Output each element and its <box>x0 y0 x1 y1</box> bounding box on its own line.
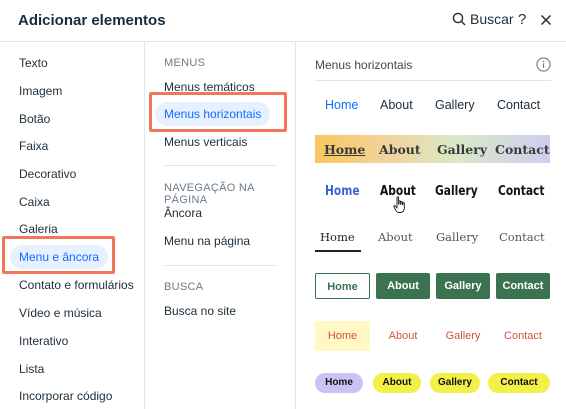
section-title-menus: MENUS <box>164 57 206 69</box>
category-item[interactable]: Vídeo e música <box>19 306 102 320</box>
subcategory-list: MENUS Menus temáticos Menus horizontais … <box>145 42 296 409</box>
menu-item: Contact <box>504 330 542 342</box>
subcategory-item-active[interactable]: Menus horizontais <box>155 102 271 126</box>
menu-item: About <box>378 230 413 244</box>
category-item[interactable]: Lista <box>19 362 44 376</box>
category-item[interactable]: Faixa <box>19 139 48 153</box>
menu-item: Contact <box>488 373 550 393</box>
hand-cursor-icon <box>393 196 405 213</box>
menu-item: Home <box>324 142 366 157</box>
menu-item: About <box>388 330 418 342</box>
close-icon <box>540 14 552 26</box>
menu-item: Home <box>315 321 370 351</box>
category-item[interactable]: Botão <box>19 112 50 126</box>
active-underline <box>315 250 361 252</box>
category-item[interactable]: Contato e formulários <box>19 278 134 292</box>
menu-item: Home <box>315 373 363 393</box>
divider <box>315 80 551 81</box>
menu-item: Home <box>325 98 359 112</box>
menu-item: About <box>380 98 413 112</box>
category-item[interactable]: Imagem <box>19 84 62 98</box>
menu-item: Gallery <box>437 142 488 157</box>
section-title-navigation: NAVEGAÇÃO NA PÁGINA <box>164 182 255 206</box>
subcategory-item[interactable]: Menu na página <box>164 234 250 248</box>
menu-item: Contact <box>496 273 550 299</box>
menu-item: Gallery <box>436 230 479 244</box>
menu-preset-bold[interactable]: Home About Gallery Contact <box>315 184 550 206</box>
menu-preset-gradient[interactable]: Home About Gallery Contact <box>315 135 550 163</box>
subcategory-item[interactable]: Menus temáticos <box>164 80 255 94</box>
subcategory-item[interactable]: Busca no site <box>164 304 236 318</box>
panel-header: Adicionar elementos Buscar ? <box>0 0 566 42</box>
menu-item: Home <box>320 230 355 244</box>
section-title-search: BUSCA <box>164 281 204 293</box>
menu-preset-serif-underline[interactable]: Home About Gallery Contact <box>315 230 550 252</box>
category-list: Texto Imagem Botão Faixa Decorativo Caix… <box>0 42 145 409</box>
category-item[interactable]: Interativo <box>19 334 68 348</box>
menu-item: About <box>373 373 421 393</box>
menu-item: Gallery <box>430 373 480 393</box>
menu-preset-plain[interactable]: Home About Gallery Contact <box>315 98 550 118</box>
divider <box>164 265 277 266</box>
search-icon <box>452 12 466 26</box>
menu-item: Gallery <box>435 98 475 112</box>
preview-panel-title: Menus horizontais <box>315 58 413 72</box>
search-label: Buscar <box>470 11 514 27</box>
menu-item: Gallery <box>436 273 490 299</box>
menu-item: Contact <box>497 98 541 112</box>
menu-item: Home <box>325 184 360 199</box>
close-button[interactable] <box>540 11 552 31</box>
menu-preset-pills[interactable]: Home About Gallery Contact <box>315 373 550 393</box>
panel-title: Adicionar elementos <box>18 12 166 29</box>
menu-item: Contact <box>495 142 550 157</box>
info-icon <box>536 57 551 72</box>
category-item[interactable]: Caixa <box>19 195 50 209</box>
category-item[interactable]: Texto <box>19 56 48 70</box>
menu-item: Contact <box>499 230 545 244</box>
menu-item: Home <box>315 273 370 299</box>
category-item[interactable]: Decorativo <box>19 167 76 181</box>
preview-panel: Menus horizontais Home About Gallery Con… <box>296 42 566 409</box>
menu-item: Gallery <box>435 184 478 199</box>
search-button[interactable]: Buscar <box>452 11 514 27</box>
category-item-active[interactable]: Menu e âncora <box>10 245 109 269</box>
menu-preset-green-buttons[interactable]: Home About Gallery Contact <box>315 273 550 299</box>
menu-item: Gallery <box>445 330 481 342</box>
category-item[interactable]: Incorporar código <box>19 389 112 403</box>
menu-item: About <box>376 273 430 299</box>
help-button[interactable]: ? <box>518 11 526 28</box>
menu-item: Contact <box>498 184 545 199</box>
subcategory-item[interactable]: Menus verticais <box>164 135 247 149</box>
menu-item: About <box>379 142 421 157</box>
menu-preset-coral[interactable]: Home About Gallery Contact <box>315 321 550 351</box>
category-item[interactable]: Galeria <box>19 222 58 236</box>
divider <box>164 165 277 166</box>
info-button[interactable] <box>536 57 551 77</box>
subcategory-item[interactable]: Âncora <box>164 206 202 220</box>
